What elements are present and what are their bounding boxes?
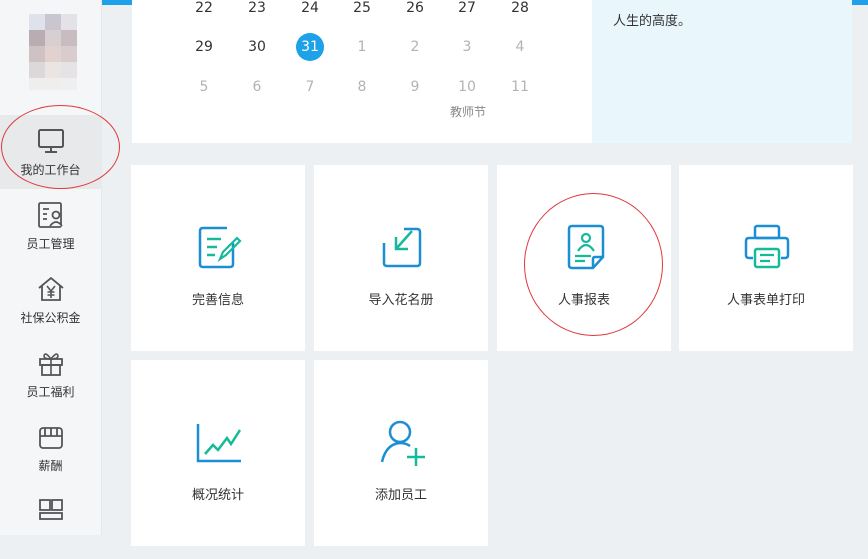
calendar-day[interactable]: 25 <box>336 0 388 19</box>
monitor-icon <box>38 129 64 153</box>
calendar-day[interactable]: 7 <box>284 76 336 98</box>
house-yen-icon <box>38 276 64 301</box>
sidebar-item-label: 薪酬 <box>38 459 63 473</box>
calendar-day[interactable]: 9 <box>389 76 441 98</box>
card-label: 导入花名册 <box>368 293 434 308</box>
sidebar-item-label: 员工管理 <box>26 237 75 251</box>
calendar-day-today[interactable]: 31 <box>284 33 336 61</box>
import-arrow-icon <box>382 227 422 268</box>
calendar: 22 23 24 25 26 27 28 29 30 31 1 2 3 4 5 … <box>132 0 592 143</box>
calendar-day[interactable]: 6 <box>231 76 283 98</box>
card-import-roster[interactable]: 导入花名册 <box>314 165 488 351</box>
employee-card-icon <box>38 202 63 228</box>
calendar-day[interactable]: 27 <box>441 0 493 19</box>
sidebar-item-employee-benefits[interactable]: 员工福利 <box>0 337 101 411</box>
printer-icon <box>744 224 790 269</box>
calendar-day[interactable]: 30 <box>231 36 283 58</box>
calendar-day[interactable]: 22 <box>178 0 230 19</box>
calendar-day[interactable]: 28 <box>494 0 546 19</box>
add-user-icon <box>380 420 425 466</box>
sidebar: 我的工作台 员工管理 社保公积金 员工福利 薪酬 <box>0 0 102 535</box>
card-complete-info[interactable]: 完善信息 <box>131 165 305 351</box>
layout-icon <box>39 499 63 520</box>
card-personnel-report[interactable]: 人事报表 <box>497 165 671 351</box>
card-label: 添加员工 <box>374 488 427 503</box>
calendar-week-row: 5 6 7 8 9 10 11 <box>132 76 592 98</box>
sidebar-item-label: 我的工作台 <box>20 163 81 177</box>
card-label: 概况统计 <box>191 488 244 503</box>
calendar-week-row: 29 30 31 1 2 3 4 <box>132 33 592 61</box>
quote-panel: 人生的高度。 <box>592 0 852 143</box>
sidebar-item-salary[interactable]: 薪酬 <box>0 411 101 485</box>
line-chart-icon <box>196 424 242 463</box>
card-label: 人事表单打印 <box>726 293 805 308</box>
sidebar-item-more[interactable] <box>0 485 101 559</box>
avatar[interactable] <box>29 14 77 90</box>
calendar-day[interactable]: 3 <box>441 36 493 58</box>
personnel-report-icon <box>567 224 605 270</box>
calendar-day[interactable]: 8 <box>336 76 388 98</box>
calendar-day[interactable]: 2 <box>389 36 441 58</box>
calendar-day[interactable]: 26 <box>389 0 441 19</box>
calendar-week-row: 22 23 24 25 26 27 28 <box>132 0 592 19</box>
calendar-day[interactable]: 10 <box>441 76 493 98</box>
card-overview-stats[interactable]: 概况统计 <box>131 360 305 546</box>
calendar-event-label: 教师节 <box>449 105 486 119</box>
calendar-day[interactable]: 24 <box>284 0 336 19</box>
calendar-day[interactable]: 29 <box>178 36 230 58</box>
card-label: 完善信息 <box>191 293 244 308</box>
sidebar-item-label: 员工福利 <box>26 385 75 399</box>
calendar-day[interactable]: 5 <box>178 76 230 98</box>
sidebar-item-workbench[interactable]: 我的工作台 <box>0 115 101 189</box>
edit-document-icon <box>198 226 242 269</box>
gift-icon <box>39 353 63 376</box>
calendar-day[interactable]: 11 <box>494 76 546 98</box>
quote-text: 人生的高度。 <box>613 14 692 29</box>
calendar-day[interactable]: 23 <box>231 0 283 19</box>
calendar-day[interactable]: 1 <box>336 36 388 58</box>
wallet-icon <box>39 427 63 449</box>
sidebar-item-social-security[interactable]: 社保公积金 <box>0 263 101 337</box>
card-label: 人事报表 <box>557 293 610 308</box>
sidebar-item-label: 社保公积金 <box>20 311 81 325</box>
sidebar-item-employee-management[interactable]: 员工管理 <box>0 189 101 263</box>
card-add-employee[interactable]: 添加员工 <box>314 360 488 546</box>
calendar-day[interactable]: 4 <box>494 36 546 58</box>
card-print-forms[interactable]: 人事表单打印 <box>679 165 853 351</box>
